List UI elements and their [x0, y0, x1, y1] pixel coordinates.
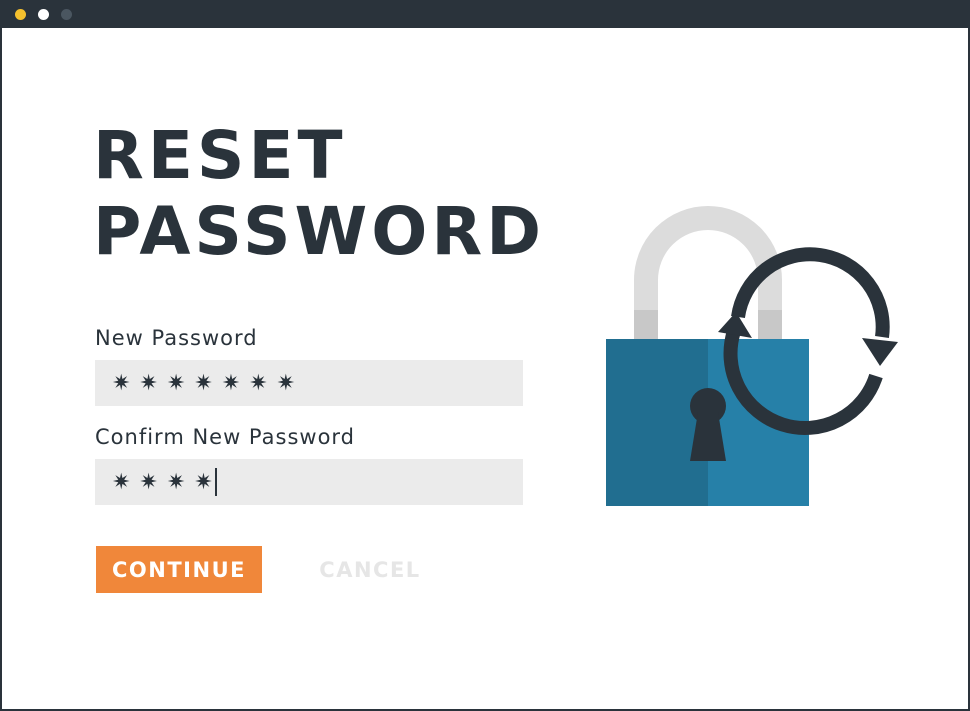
confirm-password-field[interactable]: ✷✷✷✷	[95, 459, 523, 505]
confirm-password-label: Confirm New Password	[95, 425, 356, 449]
padlock-refresh-icon	[606, 206, 898, 506]
new-password-value: ✷✷✷✷✷✷✷	[112, 370, 305, 396]
maximize-window-dot[interactable]	[61, 9, 72, 20]
refresh-arrowhead-left	[718, 312, 752, 338]
new-password-field[interactable]: ✷✷✷✷✷✷✷	[95, 360, 523, 406]
padlock-shackle-shadow-right	[758, 310, 782, 340]
continue-button[interactable]: CONTINUE	[96, 546, 262, 593]
new-password-label: New Password	[95, 326, 258, 350]
padlock-body-left	[606, 339, 708, 506]
text-caret	[214, 468, 217, 496]
page-title-line1: RESET	[93, 117, 347, 194]
padlock-shackle-shadow-left	[634, 310, 658, 340]
refresh-arrowhead-right	[862, 338, 898, 366]
browser-window: RESET PASSWORD New Password ✷✷✷✷✷✷✷ Conf…	[0, 0, 970, 711]
page-title: RESET PASSWORD	[93, 118, 545, 270]
window-titlebar	[0, 0, 970, 28]
minimize-window-dot[interactable]	[38, 9, 49, 20]
confirm-password-value: ✷✷✷✷	[112, 469, 222, 495]
close-window-dot[interactable]	[15, 9, 26, 20]
cancel-button[interactable]: CANCEL	[300, 546, 440, 593]
window-frame-left	[0, 28, 2, 711]
page-title-line2: PASSWORD	[93, 193, 546, 270]
